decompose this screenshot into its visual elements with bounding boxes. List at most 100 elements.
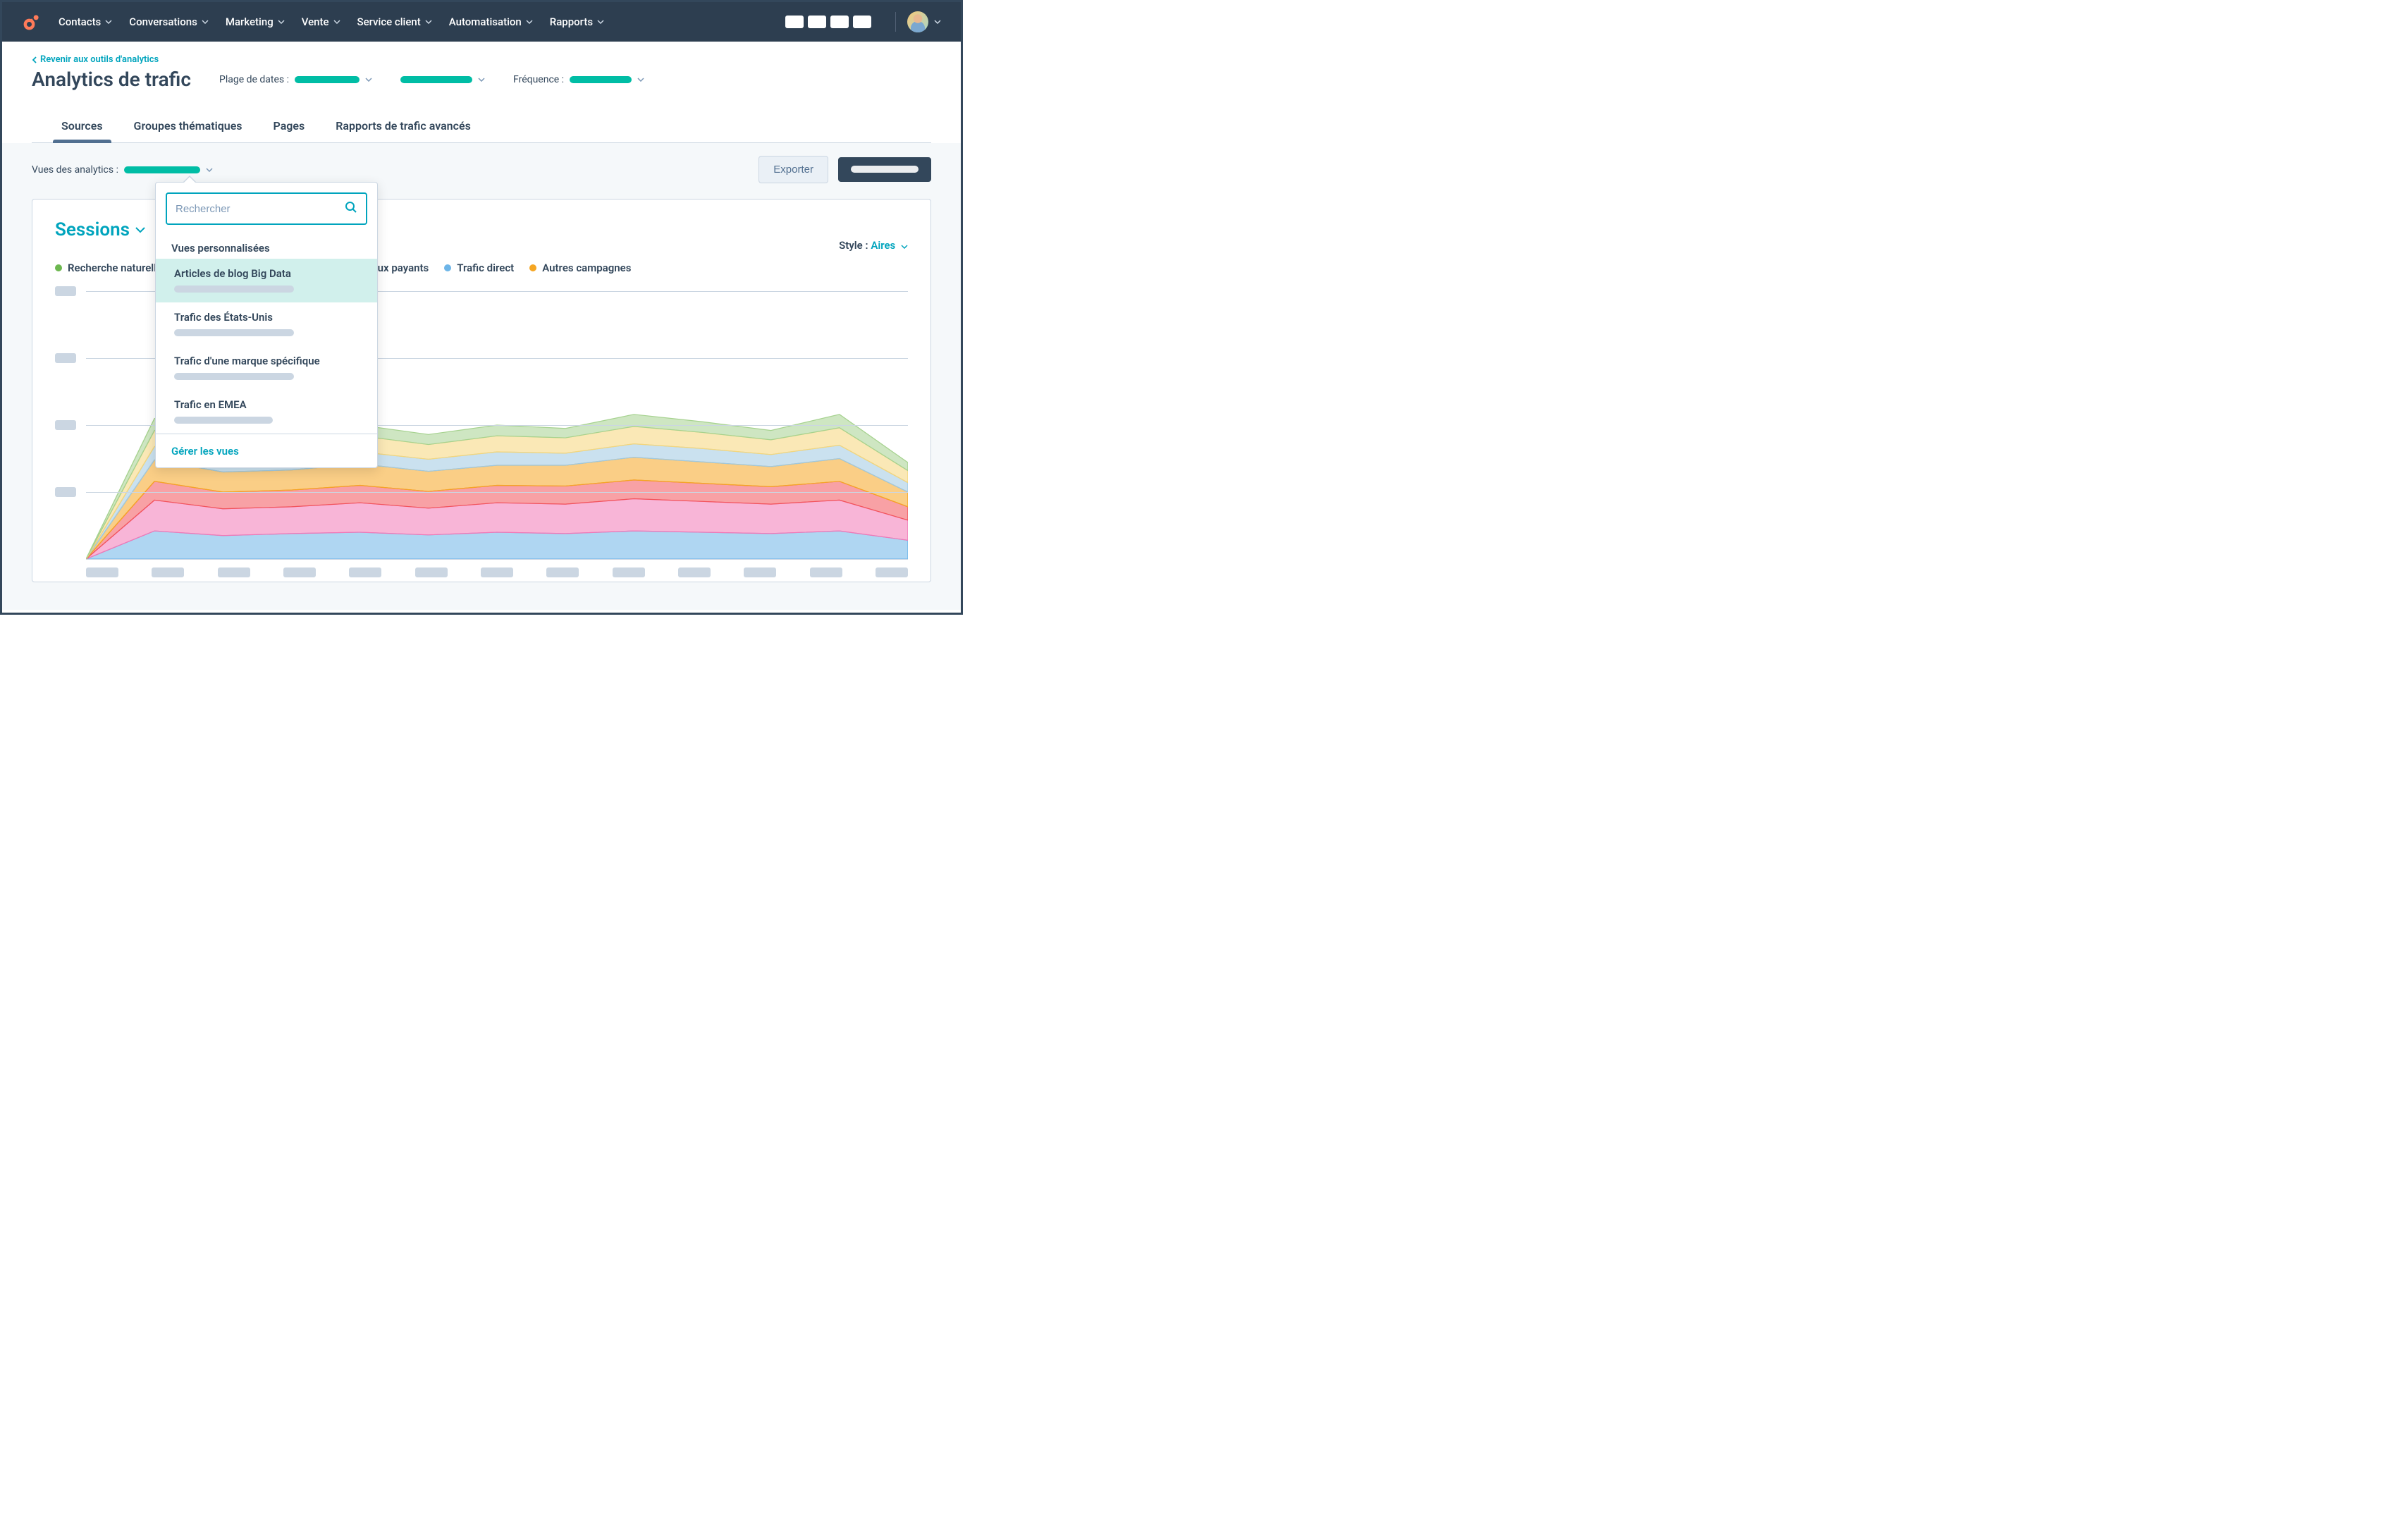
x-tick (744, 567, 776, 577)
tab[interactable]: Sources (61, 111, 103, 142)
chevron-down-icon (202, 20, 209, 24)
x-tick (86, 567, 118, 577)
nav-utility-pills (785, 16, 871, 28)
popover-item-title: Trafic en EMEA (174, 398, 359, 411)
chevron-down-icon (425, 20, 432, 24)
divider (895, 12, 896, 32)
nav-item[interactable]: Marketing (226, 16, 285, 28)
popover-item-subtitle (174, 373, 294, 380)
popover-item[interactable]: Trafic en EMEA (156, 390, 377, 434)
chevron-down-icon (105, 20, 112, 24)
filter-label: Plage de dates : (219, 74, 289, 85)
hubspot-logo-icon[interactable] (22, 12, 42, 32)
chevron-down-icon (637, 78, 644, 82)
nav-item-label: Contacts (59, 16, 101, 28)
y-tick (55, 353, 76, 363)
style-label: Style : (839, 239, 868, 252)
area-series (86, 531, 908, 559)
x-tick (481, 567, 513, 577)
legend-item[interactable]: Trafic direct (444, 262, 514, 274)
tab[interactable]: Rapports de trafic avancés (336, 111, 471, 142)
popover-item-subtitle (174, 286, 294, 293)
x-tick (876, 567, 908, 577)
x-tick (678, 567, 711, 577)
frequency-filter[interactable]: Fréquence : (513, 74, 644, 85)
popover-section-title: Vues personnalisées (156, 235, 377, 259)
date-range-filter[interactable]: Plage de dates : (219, 74, 372, 85)
popover-item-title: Articles de blog Big Data (174, 267, 359, 280)
tab[interactable]: Pages (274, 111, 305, 142)
nav-item[interactable]: Contacts (59, 16, 112, 28)
popover-item[interactable]: Articles de blog Big Data (156, 259, 377, 302)
legend-dot-icon (444, 264, 451, 271)
popover-item[interactable]: Trafic d'une marque spécifique (156, 346, 377, 390)
chevron-down-icon[interactable] (934, 20, 941, 24)
nav-pill[interactable] (785, 16, 804, 28)
back-link-label: Revenir aux outils d'analytics (40, 54, 159, 65)
nav-pill[interactable] (808, 16, 826, 28)
nav-item-label: Automatisation (449, 16, 522, 28)
chevron-down-icon[interactable] (206, 168, 213, 172)
nav-item-label: Service client (357, 16, 421, 28)
popover-item-title: Trafic des États-Unis (174, 311, 359, 324)
export-button[interactable]: Exporter (758, 156, 828, 183)
tabs: Sources Groupes thématiques Pages Rapports … (32, 111, 931, 143)
popover-item[interactable]: Trafic des États-Unis (156, 302, 377, 346)
x-tick (613, 567, 645, 577)
chevron-down-icon (597, 20, 604, 24)
legend-dot-icon (529, 264, 536, 271)
popover-item-subtitle (174, 329, 294, 336)
views-popover: Vues personnalisées Articles de blog Big… (155, 182, 378, 468)
nav-pill[interactable] (853, 16, 871, 28)
tab[interactable]: Groupes thématiques (134, 111, 242, 142)
primary-action-button[interactable] (838, 157, 931, 182)
chevron-down-icon (278, 20, 285, 24)
top-nav: Contacts Conversations Marketing Vente Servi… (2, 2, 961, 42)
legend-label: Trafic direct (457, 262, 514, 274)
views-label: Vues des analytics : (32, 164, 118, 176)
search-icon (345, 201, 357, 216)
y-tick (55, 286, 76, 296)
legend-label: Autres campagnes (542, 262, 631, 274)
filter-value-pill (570, 76, 632, 83)
nav-pill[interactable] (830, 16, 849, 28)
nav-item[interactable]: Service client (357, 16, 432, 28)
filter-value-pill (400, 76, 472, 83)
x-tick (810, 567, 842, 577)
nav-item[interactable]: Vente (302, 16, 340, 28)
search-input[interactable] (176, 203, 345, 215)
legend-item[interactable]: Autres campagnes (529, 262, 631, 274)
nav-item-label: Marketing (226, 16, 274, 28)
x-tick (218, 567, 250, 577)
style-value: Aires (871, 239, 895, 252)
legend-item[interactable]: Recherche naturelle (55, 262, 162, 274)
filter-label: Fréquence : (513, 74, 564, 85)
x-tick (283, 567, 316, 577)
x-tick (152, 567, 184, 577)
chevron-down-icon (333, 20, 340, 24)
chevron-down-icon (478, 78, 485, 82)
x-tick (546, 567, 579, 577)
y-tick (55, 420, 76, 430)
style-selector[interactable]: Style : Aires (839, 239, 908, 252)
avatar[interactable] (907, 11, 928, 32)
y-tick (55, 487, 76, 497)
page-title: Analytics de trafic (32, 68, 191, 91)
back-link[interactable]: Revenir aux outils d'analytics (32, 54, 931, 65)
nav-item-label: Rapports (550, 16, 593, 28)
manage-views-link[interactable]: Gérer les vues (171, 445, 239, 458)
filter-value-pill (295, 76, 360, 83)
search-box[interactable] (166, 192, 367, 225)
nav-item-label: Vente (302, 16, 329, 28)
views-value-pill (124, 166, 200, 173)
grid-line (86, 559, 908, 560)
chevron-down-icon (365, 78, 372, 82)
x-tick (349, 567, 381, 577)
grid-line (86, 492, 908, 493)
nav-item[interactable]: Automatisation (449, 16, 533, 28)
nav-item[interactable]: Conversations (129, 16, 209, 28)
metric-label: Sessions (55, 219, 130, 240)
secondary-filter[interactable] (400, 76, 485, 83)
toolbar: Vues des analytics : Exporter (32, 156, 931, 183)
nav-item[interactable]: Rapports (550, 16, 604, 28)
